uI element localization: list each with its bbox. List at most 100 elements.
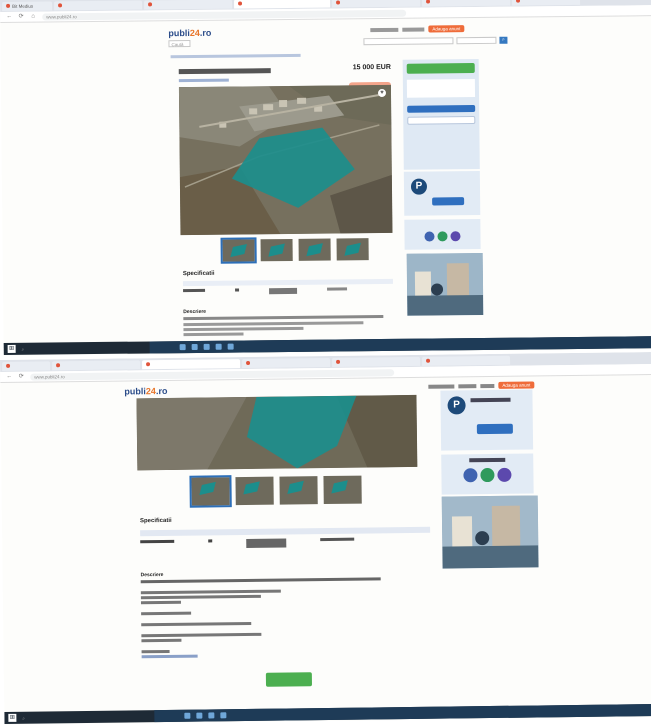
taskbar-apps: [149, 336, 651, 354]
site-logo[interactable]: publi24.ro: [124, 386, 167, 397]
taskbar-apps: [154, 704, 651, 723]
facebook-icon[interactable]: [424, 231, 435, 242]
advertisement-banner[interactable]: [441, 495, 539, 569]
add-ad-button[interactable]: Adauga anunt: [498, 381, 535, 389]
sidebar-links[interactable]: [407, 132, 475, 141]
report-button[interactable]: [407, 116, 476, 125]
share-card: [404, 218, 481, 250]
browser-tab-active[interactable]: [142, 358, 241, 369]
whatsapp-icon[interactable]: [437, 231, 448, 242]
taskbar-search[interactable]: ⌕: [22, 346, 25, 351]
browser-tab[interactable]: [52, 359, 141, 370]
specs-heading: Specificatii: [139, 517, 172, 525]
browser-tab[interactable]: Bit Medius: [2, 0, 53, 11]
refresh-icon[interactable]: ⟳: [18, 14, 24, 20]
aerial-photo-drawing: [178, 84, 393, 236]
search-row: Caută ⌕: [168, 36, 508, 48]
app-icon[interactable]: [179, 344, 186, 351]
seller-ads-button[interactable]: [476, 423, 513, 435]
browser-tab[interactable]: [2, 360, 51, 371]
listing-title: [178, 68, 271, 76]
app-icon[interactable]: [191, 343, 198, 351]
add-ad-button[interactable]: Adauga anunt: [428, 25, 465, 33]
category-select[interactable]: [363, 37, 454, 46]
aerial-photo-drawing: [136, 394, 418, 471]
browser-tab[interactable]: [421, 0, 511, 7]
app-icon[interactable]: [215, 343, 222, 350]
favicon-icon: [336, 0, 341, 5]
profile-p-icon[interactable]: P: [447, 396, 466, 415]
favorite-heart-icon[interactable]: ♥: [377, 88, 387, 98]
whatsapp-icon[interactable]: [480, 467, 495, 483]
favicon-icon: [426, 0, 431, 4]
browser-tab[interactable]: [144, 0, 233, 9]
app-icon[interactable]: [227, 343, 234, 350]
browser-tab[interactable]: [242, 357, 331, 368]
show-phone-button[interactable]: [406, 63, 475, 74]
advertisement-banner[interactable]: [406, 252, 484, 316]
thumbnail[interactable]: [279, 476, 318, 505]
specs-heading: Specificatii: [182, 270, 215, 278]
browser-tab[interactable]: [331, 0, 421, 8]
messenger-icon[interactable]: [450, 231, 461, 242]
facebook-icon[interactable]: [463, 468, 478, 483]
description-preview: [183, 315, 393, 337]
thumbnail[interactable]: [189, 475, 232, 508]
thumbnail[interactable]: [323, 475, 362, 505]
app-icon[interactable]: [196, 712, 203, 719]
thumbnail[interactable]: [235, 476, 274, 506]
screenshot-top: Bit Medius ← ⟳ ⌂ www.publi24.ro publi24.…: [0, 0, 651, 356]
send-message-button[interactable]: [407, 105, 476, 113]
listing-price: 15 000 EUR: [352, 63, 391, 72]
favicon-icon: [56, 363, 61, 368]
thumbnail[interactable]: [260, 238, 293, 262]
listing-main-photo[interactable]: ♥: [178, 84, 393, 236]
messenger-icon[interactable]: [497, 467, 512, 482]
search-input[interactable]: Caută: [168, 40, 191, 48]
thumbnail[interactable]: [336, 238, 369, 261]
thumbnail[interactable]: [298, 238, 331, 261]
app-icon[interactable]: [208, 712, 215, 719]
back-arrow-icon[interactable]: ←: [6, 14, 12, 20]
app-icon[interactable]: [203, 343, 210, 350]
favorites-link[interactable]: [402, 27, 425, 32]
browser-tab[interactable]: [54, 0, 143, 10]
app-icon[interactable]: [184, 712, 191, 719]
account-link[interactable]: [370, 27, 399, 32]
specs-table: [182, 278, 393, 303]
show-phone-button[interactable]: [265, 672, 313, 687]
browser-tab[interactable]: [511, 0, 581, 6]
location-select[interactable]: [456, 36, 497, 45]
favorites-link[interactable]: [458, 383, 477, 388]
back-arrow-icon[interactable]: ←: [6, 374, 12, 380]
browser-tab[interactable]: [331, 356, 421, 367]
app-icon[interactable]: [220, 712, 227, 719]
browser-tab-active[interactable]: [234, 0, 331, 9]
seller-ads-button[interactable]: [432, 197, 465, 206]
thumbnail[interactable]: [220, 237, 257, 264]
listing-location[interactable]: [178, 78, 229, 84]
search-button[interactable]: ⌕: [499, 36, 508, 44]
favicon-icon: [6, 363, 11, 368]
url-input[interactable]: www.publi24.ro: [30, 368, 395, 381]
screenshot-bottom: ← ⟳ www.publi24.ro publi24.ro Adauga anu…: [0, 352, 651, 725]
listing-main-photo[interactable]: [136, 394, 418, 471]
specs-values-row: [183, 284, 393, 295]
windows-icon[interactable]: ⊞: [8, 713, 17, 722]
profile-p-icon[interactable]: P: [410, 178, 428, 195]
account-link[interactable]: [428, 383, 455, 389]
messages-link[interactable]: [480, 383, 495, 388]
browser-tab[interactable]: [421, 355, 511, 366]
seller-name: [470, 397, 511, 403]
site-logo[interactable]: publi24.ro: [168, 28, 211, 38]
ad-illustration: [406, 252, 484, 316]
url-input[interactable]: www.publi24.ro: [42, 9, 407, 21]
home-icon[interactable]: ⌂: [30, 14, 36, 20]
seller-card: P: [403, 170, 481, 216]
refresh-icon[interactable]: ⟳: [18, 374, 24, 380]
specs-table: [140, 526, 431, 567]
windows-icon[interactable]: ⊞: [7, 344, 16, 353]
taskbar-search[interactable]: ⌕: [22, 715, 25, 720]
breadcrumb-links[interactable]: [170, 53, 301, 59]
favicon-icon: [148, 2, 153, 7]
